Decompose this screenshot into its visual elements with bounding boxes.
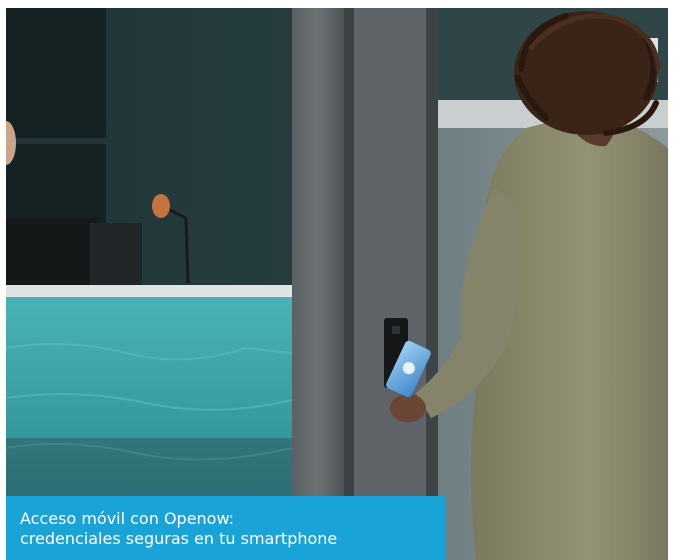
reception-scene-photo <box>6 8 668 560</box>
promo-caption-banner: Acceso móvil con Openow: credenciales se… <box>6 496 445 560</box>
caption-line-1: Acceso móvil con Openow: <box>20 509 235 528</box>
scene-illustration <box>6 8 668 560</box>
hero-image-frame: Acceso móvil con Openow: credenciales se… <box>6 8 668 560</box>
caption-line-2: credenciales seguras en tu smartphone <box>20 529 338 548</box>
